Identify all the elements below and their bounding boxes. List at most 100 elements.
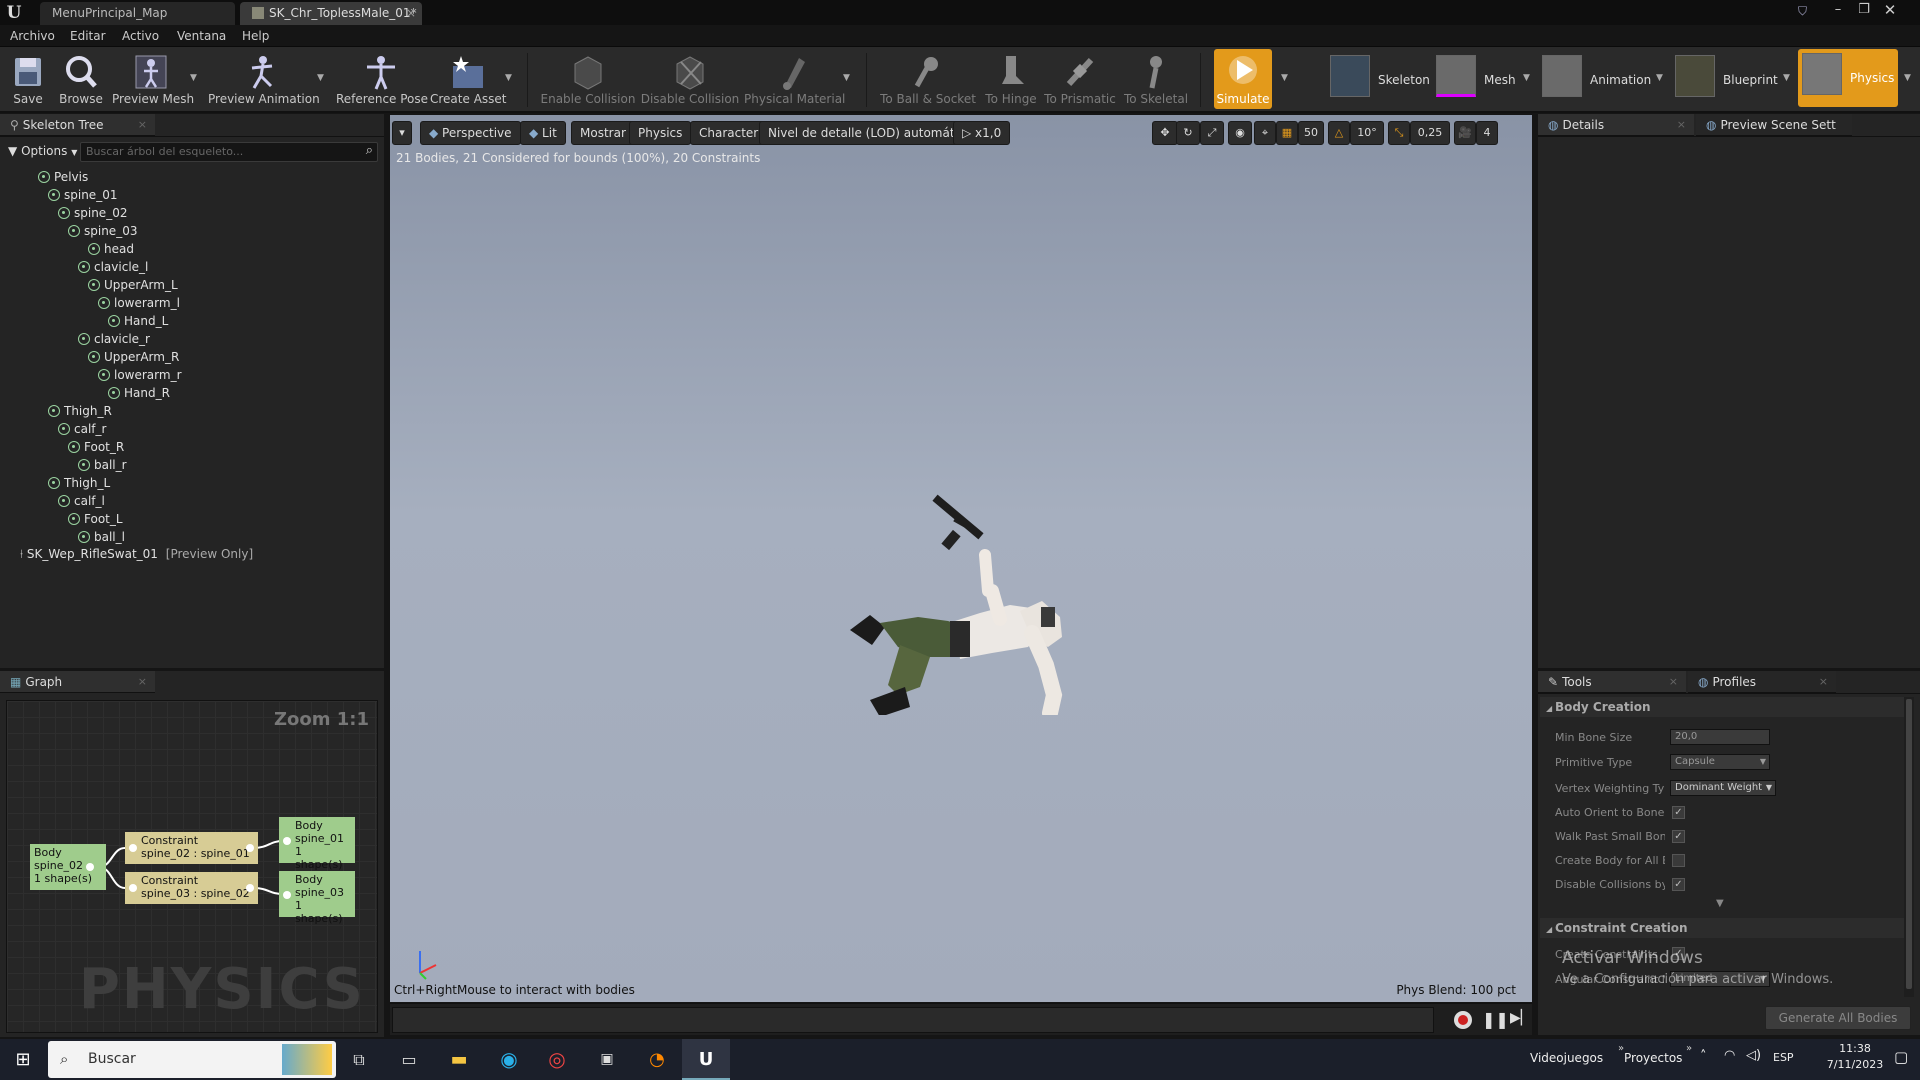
- physics-graph[interactable]: Zoom 1:1 PHYSICS Body spine_02 1 shape(s…: [6, 700, 378, 1033]
- scale-snap-value[interactable]: 0,25: [1410, 121, 1450, 145]
- chevron-down-icon[interactable]: ▼: [1656, 73, 1666, 83]
- to-skeletal-button[interactable]: To Skeletal: [1120, 47, 1192, 113]
- min-bone-size-input[interactable]: 20,0: [1670, 729, 1770, 745]
- taskbar-search-input[interactable]: ⌕ Buscar: [48, 1041, 336, 1078]
- bone-row[interactable]: clavicle_r: [78, 330, 150, 348]
- lit-button[interactable]: ◆ Lit: [520, 121, 566, 145]
- constraint-creation-section[interactable]: ◢ Constraint Creation: [1540, 918, 1904, 938]
- character-button[interactable]: Character: [690, 121, 768, 145]
- bone-row[interactable]: UpperArm_R: [88, 348, 179, 366]
- disable-collision-button[interactable]: Disable Collision: [640, 47, 740, 113]
- chevron-down-icon[interactable]: ▼: [1523, 73, 1533, 83]
- unreal-taskbar-icon[interactable]: U: [682, 1039, 730, 1080]
- menu-ventana[interactable]: Ventana: [177, 25, 226, 47]
- tab-details[interactable]: ◍ Details ×: [1538, 114, 1694, 136]
- tab-close-icon[interactable]: ×: [406, 2, 416, 25]
- input-pin[interactable]: [283, 891, 291, 899]
- preview-mesh-button[interactable]: Preview Mesh: [112, 47, 194, 113]
- reference-pose-button[interactable]: Reference Pose: [336, 47, 428, 113]
- vertex-weighting-select[interactable]: Dominant Weight ▼: [1670, 780, 1776, 796]
- simulate-button[interactable]: Simulate: [1214, 49, 1272, 109]
- options-button[interactable]: ▼ Options ▼: [8, 144, 77, 158]
- wifi-icon[interactable]: ◠: [1724, 1048, 1735, 1063]
- disable-collisions-checkbox[interactable]: ✓: [1672, 878, 1685, 891]
- tab-menuprincipal-map[interactable]: MenuPrincipal_Map: [40, 2, 235, 25]
- rotation-snap-value[interactable]: 10°: [1350, 121, 1384, 145]
- chevron-down-icon[interactable]: ▼: [843, 73, 853, 83]
- input-pin[interactable]: [283, 837, 291, 845]
- preview-mesh-item[interactable]: ⍿ SK_Wep_RifleSwat_01 [Preview Only]: [20, 545, 253, 563]
- chevron-down-icon[interactable]: ▼: [1281, 73, 1291, 83]
- notification-icon[interactable]: ▢: [1894, 1048, 1908, 1066]
- node-constraint-spine03-spine02[interactable]: Constraint spine_03 : spine_02: [125, 872, 258, 904]
- mode-blueprint[interactable]: Blueprint: [1675, 51, 1785, 107]
- camera-speed-value[interactable]: 4: [1476, 121, 1498, 145]
- chevron-down-icon[interactable]: ▼: [1904, 73, 1914, 83]
- save-button[interactable]: Save: [6, 47, 50, 113]
- preview-animation-button[interactable]: Preview Animation: [208, 47, 320, 113]
- bone-row[interactable]: lowerarm_l: [98, 294, 180, 312]
- browse-button[interactable]: Browse: [56, 47, 106, 113]
- body-creation-section[interactable]: ◢ Body Creation: [1540, 697, 1904, 717]
- bone-row[interactable]: Pelvis: [38, 168, 88, 186]
- tab-skeleton-tree[interactable]: ⚲ Skeleton Tree ×: [0, 114, 155, 136]
- rotation-snap-icon[interactable]: △: [1328, 121, 1350, 145]
- bone-row[interactable]: Thigh_L: [48, 474, 110, 492]
- close-icon[interactable]: ×: [1669, 671, 1678, 693]
- chrome-icon[interactable]: ◎: [534, 1039, 580, 1080]
- rotate-icon[interactable]: ↻: [1176, 121, 1200, 145]
- blender-icon[interactable]: ◔: [634, 1039, 680, 1080]
- to-ball-socket-button[interactable]: To Ball & Socket: [878, 47, 978, 113]
- bone-row[interactable]: ball_r: [78, 456, 127, 474]
- grid-size-value[interactable]: 50: [1298, 121, 1324, 145]
- edge-icon[interactable]: ◉: [486, 1039, 532, 1080]
- unreal-logo-icon[interactable]: U: [3, 2, 25, 24]
- physical-material-button[interactable]: Physical Material: [744, 47, 845, 113]
- output-pin[interactable]: [246, 844, 254, 852]
- bone-row[interactable]: clavicle_l: [78, 258, 148, 276]
- close-icon[interactable]: ×: [1819, 671, 1828, 693]
- perspective-button[interactable]: ◆ Perspective: [420, 121, 521, 145]
- mode-mesh[interactable]: Mesh: [1436, 51, 1530, 107]
- bone-row[interactable]: Hand_L: [108, 312, 168, 330]
- bone-row[interactable]: lowerarm_r: [98, 366, 182, 384]
- create-body-all-checkbox[interactable]: [1672, 854, 1685, 867]
- generate-all-bodies-button[interactable]: Generate All Bodies: [1765, 1006, 1911, 1030]
- bone-row[interactable]: Hand_R: [108, 384, 170, 402]
- auto-orient-checkbox[interactable]: ✓: [1672, 806, 1685, 819]
- viewport[interactable]: ▾ ◆ Perspective ◆ Lit Mostrar Physics Ch…: [390, 115, 1532, 1002]
- output-pin[interactable]: [86, 863, 94, 871]
- chevron-down-icon[interactable]: ▼: [190, 73, 200, 83]
- mode-animation[interactable]: Animation: [1542, 51, 1660, 107]
- output-pin[interactable]: [246, 884, 254, 892]
- step-forward-icon[interactable]: ▶▏: [1510, 1010, 1532, 1026]
- tray-overflow-icon[interactable]: ˄: [1700, 1049, 1707, 1064]
- volume-icon[interactable]: ◁): [1746, 1048, 1761, 1063]
- bone-row[interactable]: UpperArm_L: [88, 276, 178, 294]
- node-constraint-spine02-spine01[interactable]: Constraint spine_02 : spine_01: [125, 832, 258, 864]
- viewport-options-button[interactable]: ▾: [392, 121, 412, 145]
- menu-editar[interactable]: Editar: [70, 25, 106, 47]
- bone-row[interactable]: Foot_L: [68, 510, 123, 528]
- chevron-down-icon[interactable]: ▼: [505, 73, 515, 83]
- node-body-spine01[interactable]: Body spine_01 1 shape(s): [279, 817, 355, 871]
- create-asset-button[interactable]: Create Asset: [430, 47, 507, 113]
- physics-button[interactable]: Physics: [629, 121, 692, 145]
- close-icon[interactable]: ×: [138, 671, 147, 693]
- translate-icon[interactable]: ✥: [1152, 121, 1178, 145]
- speed-button[interactable]: ▷ x1,0: [953, 121, 1011, 145]
- terminal-icon[interactable]: ▭: [386, 1039, 432, 1080]
- bone-row[interactable]: calf_l: [58, 492, 105, 510]
- file-explorer-icon[interactable]: ▬: [436, 1039, 482, 1080]
- close-icon[interactable]: ✕: [1877, 0, 1903, 22]
- bone-row[interactable]: Foot_R: [68, 438, 124, 456]
- camera-speed-icon[interactable]: 🎥: [1454, 121, 1476, 145]
- surface-snap-icon[interactable]: ⌖: [1254, 121, 1276, 145]
- tab-profiles[interactable]: ◍ Profiles ×: [1688, 671, 1836, 693]
- input-pin[interactable]: [129, 844, 137, 852]
- search-icon[interactable]: ⌕: [366, 143, 373, 158]
- maximize-icon[interactable]: ❐: [1851, 0, 1877, 22]
- mode-physics[interactable]: Physics: [1798, 49, 1898, 107]
- task-view-icon[interactable]: ⧉: [336, 1039, 382, 1080]
- node-body-spine02[interactable]: Body spine_02 1 shape(s): [30, 844, 106, 890]
